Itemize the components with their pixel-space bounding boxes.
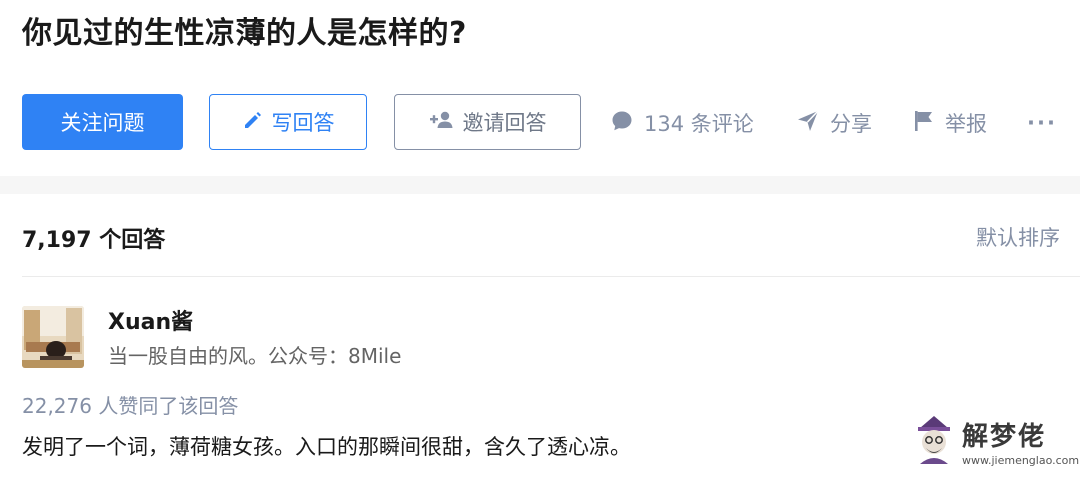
flag-icon: [913, 109, 935, 138]
comments-label: 134 条评论: [644, 112, 754, 136]
question-title: 你见过的生性凉薄的人是怎样的?: [22, 16, 467, 51]
sort-button[interactable]: 默认排序: [976, 222, 1060, 252]
avatar[interactable]: [22, 306, 84, 368]
share-icon: [796, 109, 820, 138]
write-answer-button[interactable]: 写回答: [209, 94, 367, 150]
answer-content: 发明了一个词，薄荷糖女孩。入口的那瞬间很甜，含久了透心凉。: [22, 435, 631, 459]
mascot-icon: [918, 416, 950, 464]
watermark-logo: 解梦佬 www.jiemenglao.com: [912, 414, 1079, 472]
report-button[interactable]: 举报: [913, 108, 987, 138]
report-label: 举报: [945, 112, 987, 136]
author-name[interactable]: Xuan酱: [108, 304, 193, 336]
follow-question-label: 关注问题: [60, 111, 145, 135]
invite-answer-button[interactable]: 邀请回答: [394, 94, 581, 150]
watermark-title: 解梦佬: [962, 422, 1047, 452]
share-label: 分享: [830, 112, 872, 136]
answer-count: 7,197 个回答: [22, 228, 166, 253]
pencil-icon: [242, 109, 264, 136]
divider: [22, 276, 1080, 277]
vote-count[interactable]: 22,276 人赞同了该回答: [22, 390, 238, 419]
more-label: ···: [1027, 111, 1057, 135]
more-icon[interactable]: ···: [1027, 108, 1057, 138]
follow-question-button[interactable]: 关注问题: [22, 94, 183, 150]
comment-icon: [610, 109, 634, 138]
author-bio: 当一股自由的风。公众号：8Mile: [108, 344, 402, 368]
write-answer-label: 写回答: [271, 111, 335, 135]
question-header: 你见过的生性凉薄的人是怎样的? 关注问题 写回答 邀请回答 134 条评论 分享…: [0, 0, 1080, 176]
add-user-icon: [429, 109, 455, 136]
comments-button[interactable]: 134 条评论: [610, 108, 754, 138]
invite-answer-label: 邀请回答: [462, 111, 547, 135]
watermark-url: www.jiemenglao.com: [962, 454, 1080, 467]
share-button[interactable]: 分享: [796, 108, 872, 138]
